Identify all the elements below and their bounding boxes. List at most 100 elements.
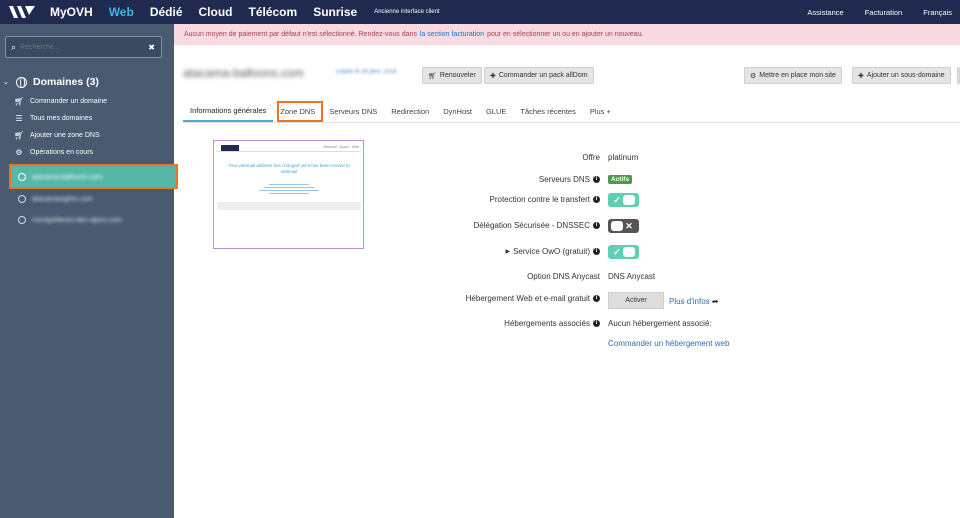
dnssec-toggle[interactable]: ✕ <box>608 219 639 233</box>
highlight-dns-zone-tab <box>277 101 323 122</box>
info-icon[interactable]: i <box>593 295 600 302</box>
setup-site-button[interactable]: ⚙ Mettre en place mon site <box>744 67 842 84</box>
nav-telecom[interactable]: Télécom <box>249 5 298 19</box>
sidebar: ⌕ ✖ ⌄ Domaines (3) 🛒︎ Commander un domain… <box>0 24 177 518</box>
activate-button[interactable]: Activer <box>608 292 664 309</box>
search-icon: ⌕ <box>11 41 17 52</box>
offre-label: Offre <box>582 153 600 162</box>
order-hosting-link[interactable]: Commander un hébergement web <box>608 339 729 348</box>
gears-icon: ⚙ <box>15 148 23 157</box>
tab-dynhost[interactable]: DynHost <box>436 101 479 122</box>
anycast-value: DNS Anycast <box>608 272 656 281</box>
website-preview[interactable]: Webmail · Accès · Aide Your webmail addr… <box>213 140 364 249</box>
tab-general-info[interactable]: Informations générales <box>183 101 274 122</box>
sidebar-item-label: Commander un domaine <box>30 98 108 105</box>
order-pack-button-label: Commander un pack allDom <box>498 72 588 79</box>
associated-hosting-label: Hébergements associés i <box>504 319 600 328</box>
brand-name[interactable]: MyOVH <box>50 5 93 19</box>
check-icon: ✓ <box>613 246 621 257</box>
highlight-selected-domain <box>9 164 178 189</box>
sidebar-item-all-domains[interactable]: ☰ Tous mes domaines <box>14 114 92 123</box>
dnssec-label-text: Délégation Sécurisée - DNSSEC <box>473 221 591 230</box>
top-navbar: MyOVH Web Dédié Cloud Télécom Sunrise An… <box>0 0 960 24</box>
offre-value: platinum <box>608 153 639 162</box>
anycast-label: Option DNS Anycast <box>527 272 600 281</box>
associated-hosting-value: Aucun hébergement associé: <box>608 319 712 328</box>
nav-dedie[interactable]: Dédié <box>150 5 183 19</box>
nav-cloud[interactable]: Cloud <box>199 5 233 19</box>
sidebar-domain[interactable]: montgolfieres-des-alpes.com <box>9 208 177 232</box>
associated-hosting-label-text: Hébergements associés <box>504 319 590 328</box>
more-info-link-text: Plus d'infos <box>669 297 710 306</box>
globe-icon <box>16 76 27 88</box>
transfer-protection-label: Protection contre le transfert i <box>489 195 600 204</box>
free-hosting-label: Hébergement Web et e-mail gratuit i <box>466 294 600 303</box>
tabs-divider <box>183 122 960 123</box>
payment-alert: Aucun moyen de paiement par défaut n'est… <box>174 24 960 45</box>
transfer-protection-toggle[interactable]: ✓ <box>608 193 639 207</box>
preview-text-line <box>269 193 309 194</box>
nav-sunrise[interactable]: Sunrise <box>313 5 357 19</box>
facturation-link[interactable]: Facturation <box>865 8 903 17</box>
owo-service-label[interactable]: ▶ Service OwO (gratuit) i <box>505 247 600 256</box>
ovh-logo-icon[interactable] <box>0 0 44 24</box>
dnssec-label: Délégation Sécurisée - DNSSEC i <box>473 221 600 230</box>
preview-header: Webmail · Accès · Aide <box>217 143 361 152</box>
transfer-protection-label-text: Protection contre le transfert <box>489 195 591 204</box>
chevron-down-icon: ⌄ <box>3 79 9 86</box>
tab-redirection[interactable]: Redirection <box>384 101 436 122</box>
sidebar-item-label: Opérations en cours <box>30 149 94 156</box>
sidebar-item-order-domain[interactable]: 🛒︎ Commander un domaine <box>14 97 107 106</box>
nav-web[interactable]: Web <box>109 5 134 19</box>
domain-expiry[interactable]: Expiré le 28 janv. 2018 <box>336 69 397 75</box>
owo-service-toggle[interactable]: ✓ <box>608 245 639 259</box>
setup-site-button-label: Mettre en place mon site <box>759 72 836 79</box>
tab-recent-tasks[interactable]: Tâches récentes <box>513 101 582 122</box>
toggle-knob <box>623 247 635 257</box>
search-input[interactable] <box>20 43 141 51</box>
info-icon[interactable]: i <box>593 222 600 229</box>
toggle-knob <box>611 221 623 231</box>
domains-header[interactable]: ⌄ Domaines (3) <box>3 76 99 88</box>
tab-more[interactable]: Plus + <box>583 101 618 122</box>
external-link-icon: ➦ <box>711 297 719 306</box>
plus-icon: ✚ <box>490 72 496 80</box>
preview-text-line <box>269 184 309 185</box>
billing-section-link[interactable]: la section facturation <box>420 31 484 38</box>
tab-bar: Informations générales Zone DNS Serveurs… <box>183 101 618 122</box>
alert-text-end: pour en sélectionner un ou en ajouter un… <box>487 31 644 38</box>
clear-icon[interactable]: ✖ <box>148 43 155 52</box>
sidebar-item-label: Ajouter une zone DNS <box>30 132 100 139</box>
language-link[interactable]: Français <box>923 8 952 17</box>
free-hosting-label-text: Hébergement Web et e-mail gratuit <box>465 294 590 303</box>
add-subdomain-button[interactable]: ✚ Ajouter un sous-domaine <box>852 67 951 84</box>
more-info-link[interactable]: Plus d'infos ➦ <box>669 297 719 306</box>
cart-icon: 🛒︎ <box>14 131 25 140</box>
renew-button[interactable]: 🛒︎ Renouveler <box>422 67 482 84</box>
sidebar-item-add-dns-zone[interactable]: 🛒︎ Ajouter une zone DNS <box>14 131 100 140</box>
sidebar-item-operations[interactable]: ⚙ Opérations en cours <box>14 148 93 157</box>
dns-servers-label-text: Serveurs DNS <box>538 175 590 184</box>
info-icon[interactable]: i <box>593 176 600 183</box>
cart-icon: 🛒︎ <box>428 72 437 80</box>
info-icon[interactable]: i <box>593 248 600 255</box>
preview-text-line <box>264 187 314 188</box>
old-interface-link[interactable]: Ancienne interface client <box>374 9 439 15</box>
domains-header-label: Domaines (3) <box>33 76 99 88</box>
cart-icon: 🛒︎ <box>14 97 25 106</box>
plus-icon: ✚ <box>858 72 864 80</box>
info-icon[interactable]: i <box>593 196 600 203</box>
order-pack-button[interactable]: ✚ Commander un pack allDom <box>484 67 594 84</box>
close-icon: ✕ <box>625 220 633 231</box>
assistance-link[interactable]: Assistance <box>807 8 843 17</box>
tab-glue[interactable]: GLUE <box>479 101 513 122</box>
preview-footer <box>217 202 361 210</box>
dns-servers-label: Serveurs DNS i <box>539 175 600 184</box>
owo-service-label-text: Service OwO (gratuit) <box>513 247 590 256</box>
tab-dns-servers[interactable]: Serveurs DNS <box>322 101 384 122</box>
sidebar-item-label: Tous mes domaines <box>30 115 93 122</box>
renew-button-label: Renouveler <box>439 72 476 79</box>
status-badge: Actifs <box>608 175 633 184</box>
info-icon[interactable]: i <box>593 320 600 327</box>
preview-message: Your webmail address has changed yet it … <box>228 163 350 174</box>
